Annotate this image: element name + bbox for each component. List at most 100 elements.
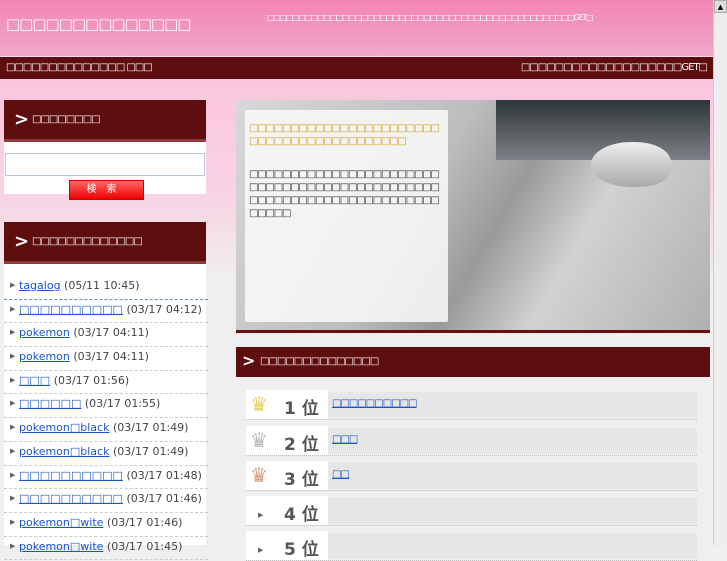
list-item-time: (03/17 04:11): [73, 326, 149, 340]
list-item-link[interactable]: tagalog: [19, 279, 61, 292]
list-item-link[interactable]: pokemon□wite: [19, 516, 103, 529]
chevron-right-icon: >: [242, 351, 256, 370]
list-item-link[interactable]: □□□□□□□□□□: [19, 492, 123, 505]
list-item: ▶ pokemon□black (03/17 01:49): [4, 418, 208, 442]
triangle-right-icon: ▶: [10, 328, 16, 337]
rank-link[interactable]: □□: [332, 469, 350, 480]
list-item: ▶ pokemon□wite (03/17 01:45): [4, 537, 208, 561]
list-item: ▶ □□□□□□□□□□ (03/17 04:12): [4, 300, 208, 324]
rank-number: 5 位: [284, 540, 319, 560]
ranking-heading: > □□□□□□□□□□□□□□: [236, 347, 710, 377]
list-item-time: (03/17 01:49): [112, 421, 189, 435]
list-item-link[interactable]: pokemon: [19, 326, 70, 339]
nav-left-text[interactable]: □□□□□□□□□□□□□□ □□□: [6, 62, 153, 73]
list-item-time: (03/17 01:55): [84, 397, 161, 411]
list-item: ▶ □□□□□□□□□□ (03/17 01:46): [4, 489, 208, 513]
recent-heading: > □□□□□□□□□□□□□: [4, 222, 206, 264]
hero-card: □□□□□□□□□□□□□□□□□□□□□□□□□□□□□□□□□□□□□□□□…: [245, 110, 448, 322]
triangle-right-icon: ▶: [10, 423, 16, 432]
rank-value: [328, 498, 697, 524]
list-item-time: (03/17 01:49): [112, 444, 189, 458]
rank-number: 1 位: [284, 399, 319, 419]
triangle-right-icon: ▶: [10, 304, 16, 313]
list-item: ▶ pokemon (03/17 04:11): [4, 323, 208, 348]
recent-list: ▶ tagalog (05/11 10:45) ▶ □□□□□□□□□□ (03/17…: [4, 276, 208, 561]
search-heading-text: □□□□□□□□: [32, 114, 101, 125]
rank-number: 2 位: [284, 435, 319, 455]
chevron-right-icon: >: [14, 109, 30, 130]
list-item-time: (03/17 01:46): [126, 492, 202, 506]
rank-number: 4 位: [284, 505, 319, 525]
hero-heading: □□□□□□□□□□□□□□□□□□□□□□□□□□□□□□□□□□□□□□□□…: [249, 123, 440, 147]
rank-cell: ♛ 1 位: [246, 390, 328, 419]
list-item-link[interactable]: □□□□□□: [19, 397, 81, 410]
ranking-row: ▶ 4 位: [246, 496, 697, 526]
list-item-link[interactable]: □□□□□□□□□□: [19, 303, 123, 316]
rank-cell: ▶ 5 位: [246, 531, 328, 560]
triangle-right-icon: ▶: [10, 517, 16, 526]
list-item-link[interactable]: □□□: [19, 374, 50, 387]
search-input[interactable]: [5, 153, 205, 176]
chevron-right-icon: >: [14, 231, 30, 252]
triangle-right-icon: ▶: [10, 494, 16, 503]
triangle-right-icon: ▶: [10, 470, 16, 479]
nav-bar: □□□□□□□□□□□□□□ □□□ □□□□□□□□□□□□□□□□□□□GE…: [0, 56, 713, 79]
triangle-right-icon: ▶: [10, 352, 16, 361]
list-item-time: (03/17 01:46): [106, 515, 183, 529]
rank-link[interactable]: □□□: [332, 434, 358, 445]
list-item-time: (03/17 01:56): [53, 373, 130, 387]
rank-cell: ♛ 3 位: [246, 461, 328, 490]
recent-heading-text: □□□□□□□□□□□□□: [32, 236, 143, 247]
list-item: ▶ tagalog (05/11 10:45): [4, 276, 208, 300]
list-item: ▶ pokemon□black (03/17 01:49): [4, 442, 208, 466]
site-tagline: □□□□□□□□□□□□□□□□□□□□□□□□□□□□□□□□□□□□□□□□…: [267, 13, 593, 22]
rank-value: □□□□□□□□□□: [328, 392, 697, 418]
crown-icon: ♛: [250, 428, 268, 452]
list-item-link[interactable]: pokemon□wite: [19, 540, 103, 553]
crown-icon: ♛: [250, 392, 268, 416]
rank-link[interactable]: □□□□□□□□□□: [332, 398, 417, 409]
list-item-link[interactable]: pokemon: [19, 350, 70, 363]
hero-banner: □□□□□□□□□□□□□□□□□□□□□□□□□□□□□□□□□□□□□□□□…: [236, 100, 710, 333]
list-item: ▶ □□□ (03/17 01:56): [4, 371, 208, 395]
search-heading: > □□□□□□□□: [4, 100, 206, 142]
list-item-link[interactable]: pokemon□black: [19, 445, 109, 458]
triangle-right-icon: ▶: [10, 399, 16, 408]
search-box: > □□□□□□□□ 検索: [4, 100, 206, 200]
triangle-right-icon: ▶: [10, 541, 16, 550]
rank-cell: ♛ 2 位: [246, 426, 328, 455]
ranking-row: ♛ 2 位 □□□: [246, 426, 697, 456]
triangle-right-icon: ▶: [10, 281, 16, 289]
list-item: ▶ □□□□□□□□□□ (03/17 01:48): [4, 466, 208, 490]
triangle-right-icon: ▶: [258, 511, 264, 519]
triangle-right-icon: ▶: [10, 446, 16, 455]
ranking-row: ♛ 1 位 □□□□□□□□□□: [246, 390, 697, 420]
scrollbar[interactable]: ▲: [713, 0, 727, 545]
list-item-link[interactable]: pokemon□black: [19, 421, 109, 434]
rank-value: [328, 533, 697, 559]
car-mirror: [591, 142, 671, 187]
rank-number: 3 位: [284, 470, 319, 490]
search-button[interactable]: 検索: [69, 180, 144, 200]
rank-value: □□: [328, 463, 697, 489]
list-item-time: (05/11 10:45): [64, 279, 140, 292]
nav-right-text: □□□□□□□□□□□□□□□□□□□GET□: [520, 62, 708, 73]
site-title[interactable]: □□□□□□□□□□□□□□: [6, 15, 191, 33]
list-item-time: (03/17 04:12): [126, 302, 202, 316]
list-item-time: (03/17 01:45): [106, 539, 183, 553]
list-item-time: (03/17 04:11): [73, 350, 149, 364]
ranking-row: ▶ 5 位: [246, 531, 697, 561]
list-item-link[interactable]: □□□□□□□□□□: [19, 469, 123, 482]
list-item-time: (03/17 01:48): [126, 468, 202, 482]
ranking-row: ♛ 3 位 □□: [246, 461, 697, 491]
triangle-right-icon: ▶: [258, 546, 264, 554]
rank-cell: ▶ 4 位: [246, 496, 328, 525]
list-item: ▶ pokemon (03/17 04:11): [4, 347, 208, 371]
hero-body: □□□□□□□□□□□□□□□□□□□□□□□□□□□□□□□□□□□□□□□□…: [249, 169, 440, 219]
triangle-right-icon: ▶: [10, 375, 16, 384]
list-item: ▶ pokemon□wite (03/17 01:46): [4, 513, 208, 537]
rank-value: □□□: [328, 428, 697, 454]
crown-icon: ♛: [250, 463, 268, 487]
scroll-up-icon[interactable]: ▲: [714, 0, 727, 13]
list-item: ▶ □□□□□□ (03/17 01:55): [4, 394, 208, 419]
